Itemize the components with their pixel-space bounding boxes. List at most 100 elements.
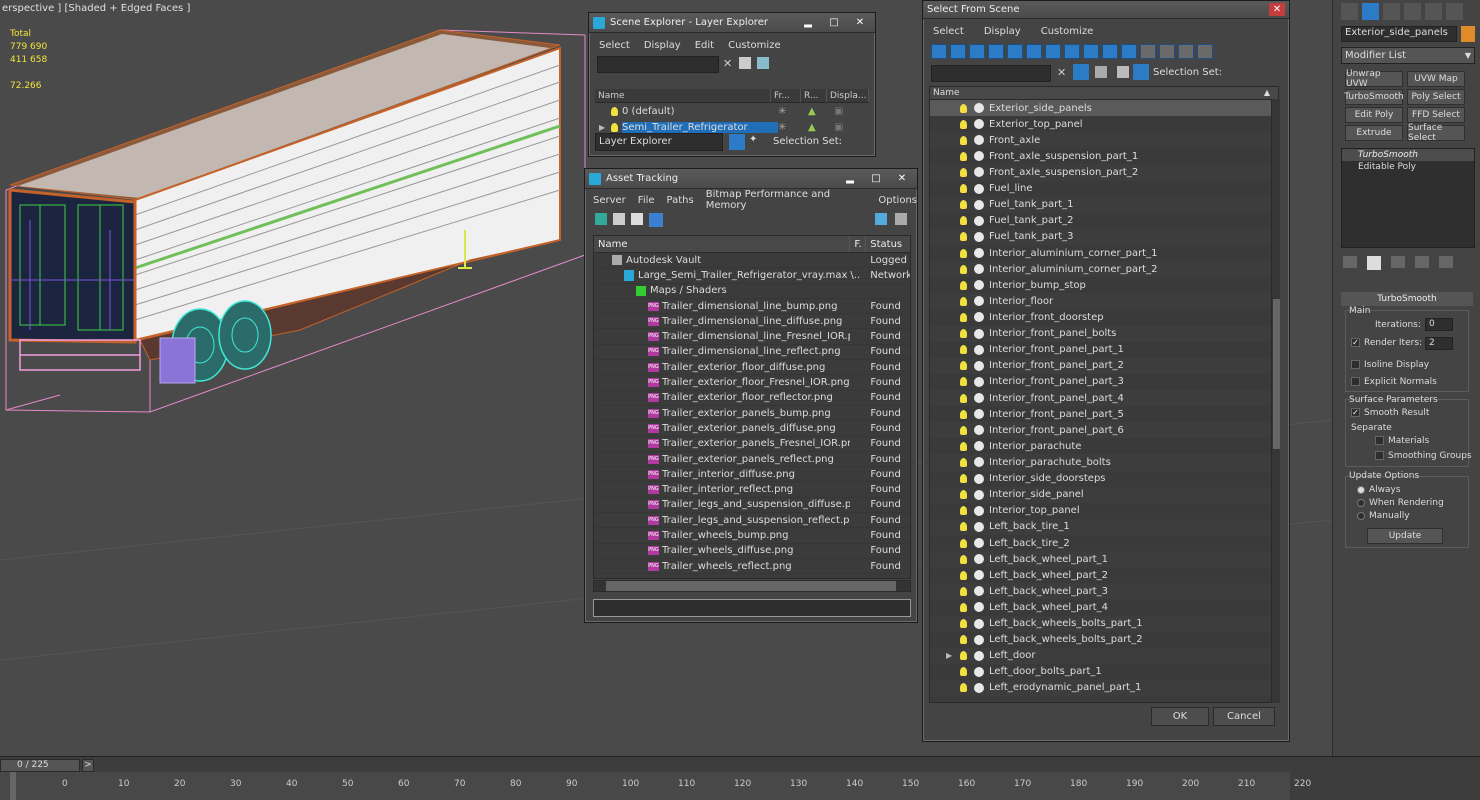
- filter-helpers-icon[interactable]: [1007, 44, 1023, 59]
- light-bulb-icon[interactable]: [960, 554, 967, 564]
- surface-select-button[interactable]: Surface Select: [1407, 123, 1465, 143]
- close-icon[interactable]: ✕: [891, 171, 913, 187]
- smoothing-groups-checkbox[interactable]: [1375, 451, 1384, 460]
- render-iters-checkbox[interactable]: ✓: [1351, 338, 1360, 347]
- asset-row[interactable]: Large_Semi_Trailer_Refrigerator_vray.max…: [594, 268, 910, 284]
- light-bulb-icon[interactable]: [960, 151, 967, 161]
- time-slider[interactable]: 0 / 225: [0, 759, 80, 772]
- select-icon[interactable]: [739, 57, 751, 69]
- light-bulb-icon[interactable]: [960, 361, 967, 371]
- light-bulb-icon[interactable]: [960, 635, 967, 645]
- hierarchy-icon[interactable]: [1133, 64, 1149, 80]
- light-bulb-icon[interactable]: [960, 103, 967, 113]
- object-list-scrollbar[interactable]: [1271, 99, 1280, 703]
- light-bulb-icon[interactable]: [960, 506, 967, 516]
- col-freeze[interactable]: Fr...: [771, 89, 801, 102]
- light-bulb-icon[interactable]: [960, 619, 967, 629]
- select-scene-titlebar[interactable]: Select From Scene ✕: [923, 1, 1289, 19]
- light-bulb-icon[interactable]: [960, 538, 967, 548]
- make-unique-icon[interactable]: [1391, 256, 1405, 268]
- display-tab-icon[interactable]: [1425, 3, 1442, 20]
- asset-row[interactable]: PNG Trailer_exterior_floor_diffuse.png Fou…: [594, 360, 910, 376]
- update-button[interactable]: Update: [1367, 528, 1443, 544]
- scene-object-row[interactable]: ▶ Left_door: [930, 647, 1278, 664]
- scene-object-row[interactable]: Left_back_tire_1: [930, 518, 1278, 535]
- scene-object-row[interactable]: Interior_bump_stop: [930, 277, 1278, 293]
- light-bulb-icon[interactable]: [960, 570, 967, 580]
- cancel-button[interactable]: Cancel: [1213, 707, 1275, 726]
- filter-geometry-icon[interactable]: [931, 44, 947, 59]
- asset-row[interactable]: PNG Trailer_wheels_diffuse.png Found: [594, 544, 910, 559]
- light-bulb-icon[interactable]: [960, 119, 967, 129]
- hierarchy-tab-icon[interactable]: [1383, 3, 1400, 20]
- unwrap-uvw-button[interactable]: Unwrap UVW: [1345, 69, 1403, 89]
- asset-row[interactable]: PNG Trailer_exterior_panels_diffuse.png Fo…: [594, 421, 910, 437]
- modifier-list-dropdown[interactable]: Modifier List ▼: [1341, 47, 1475, 64]
- scene-object-row[interactable]: Interior_front_doorstep: [930, 309, 1278, 325]
- light-bulb-icon[interactable]: [960, 474, 967, 484]
- filter-lights-icon[interactable]: [969, 44, 985, 59]
- scene-object-row[interactable]: Left_back_wheel_part_4: [930, 599, 1278, 615]
- thumbnail-icon[interactable]: [631, 213, 643, 225]
- turbosmooth-button[interactable]: TurboSmooth: [1344, 89, 1404, 105]
- ss-menu-select[interactable]: Select: [933, 26, 964, 37]
- scene-object-row[interactable]: Interior_front_panel_part_6: [930, 422, 1278, 439]
- light-bulb-icon[interactable]: [960, 409, 967, 419]
- maximize-icon[interactable]: □: [823, 15, 845, 31]
- scene-explorer-titlebar[interactable]: Scene Explorer - Layer Explorer ▂ □ ✕: [589, 13, 875, 33]
- at-col-status[interactable]: Status: [866, 236, 910, 252]
- pin-icon[interactable]: [895, 213, 907, 225]
- close-icon[interactable]: ✕: [849, 15, 871, 31]
- light-bulb-icon[interactable]: [960, 167, 967, 177]
- scene-object-row[interactable]: Interior_front_panel_part_3: [930, 374, 1278, 390]
- scene-object-row[interactable]: Interior_parachute_bolts: [930, 454, 1278, 471]
- remove-modifier-icon[interactable]: [1415, 256, 1429, 268]
- clear-icon[interactable]: ✕: [1057, 66, 1066, 79]
- poly-select-button[interactable]: Poly Select: [1407, 89, 1465, 105]
- at-menu-options[interactable]: Options: [878, 195, 917, 206]
- asset-row[interactable]: PNG Trailer_exterior_panels_reflect.png Fo…: [594, 452, 910, 468]
- asset-row[interactable]: PNG Trailer_legs_and_suspension_reflect.p…: [594, 513, 910, 529]
- layers-icon[interactable]: [757, 57, 769, 69]
- ss-menu-display[interactable]: Display: [984, 26, 1021, 37]
- se-menu-display[interactable]: Display: [644, 40, 681, 51]
- col-display[interactable]: Displa...: [827, 89, 869, 102]
- chevron-down-icon[interactable]: ▼: [1465, 48, 1471, 63]
- scene-object-row[interactable]: Left_door_bolts_part_1: [930, 664, 1278, 680]
- col-name[interactable]: Name: [595, 89, 771, 102]
- scene-object-row[interactable]: Fuel_tank_part_2: [930, 213, 1278, 229]
- light-bulb-icon[interactable]: [960, 200, 967, 210]
- light-bulb-icon[interactable]: [960, 232, 967, 242]
- filter-cameras-icon[interactable]: [988, 44, 1004, 59]
- scene-object-row[interactable]: Front_axle_suspension_part_2: [930, 164, 1278, 181]
- viewport-label[interactable]: erspective ] [Shaded + Edged Faces ]: [2, 3, 190, 14]
- filter-active-icon[interactable]: [1073, 64, 1089, 80]
- scene-object-row[interactable]: Interior_floor: [930, 293, 1278, 310]
- materials-checkbox[interactable]: [1375, 436, 1384, 445]
- maximize-icon[interactable]: □: [865, 171, 887, 187]
- scene-object-row[interactable]: Fuel_tank_part_3: [930, 228, 1278, 245]
- light-bulb-icon[interactable]: [960, 280, 967, 290]
- asset-tracking-titlebar[interactable]: Asset Tracking ▂ □ ✕: [585, 169, 917, 189]
- scene-object-row[interactable]: Left_back_wheels_bolts_part_1: [930, 615, 1278, 632]
- scene-object-row[interactable]: Left_back_tire_2: [930, 535, 1278, 551]
- light-bulb-icon[interactable]: [960, 296, 967, 306]
- light-bulb-icon[interactable]: [960, 393, 967, 403]
- filter-display-all-icon[interactable]: [1159, 44, 1175, 59]
- scene-object-row[interactable]: Left_back_wheel_part_1: [930, 551, 1278, 568]
- teapot-icon[interactable]: ▲: [808, 122, 834, 133]
- asset-row[interactable]: PNG Trailer_exterior_floor_Fresnel_IOR.pn…: [594, 375, 910, 391]
- scene-object-row[interactable]: Interior_aluminium_corner_part_2: [930, 261, 1278, 278]
- at-col-name[interactable]: Name: [594, 236, 851, 252]
- sort-arrow-icon[interactable]: ▲: [1264, 87, 1270, 99]
- asset-row[interactable]: Autodesk Vault Logged: [594, 253, 910, 269]
- stack-item-editable-poly[interactable]: Editable Poly: [1342, 161, 1474, 173]
- stack-item-turbosmooth[interactable]: TurboSmooth: [1342, 149, 1474, 161]
- utilities-tab-icon[interactable]: [1446, 3, 1463, 20]
- light-bulb-icon[interactable]: [960, 329, 967, 339]
- hierarchy-icon[interactable]: ✦: [749, 134, 757, 145]
- list-view-icon[interactable]: [613, 213, 625, 225]
- scene-object-row[interactable]: Left_back_wheels_bolts_part_2: [930, 632, 1278, 648]
- asset-row[interactable]: PNG Trailer_dimensional_line_bump.png Foun…: [594, 299, 910, 315]
- scene-object-row[interactable]: Fuel_line: [930, 181, 1278, 197]
